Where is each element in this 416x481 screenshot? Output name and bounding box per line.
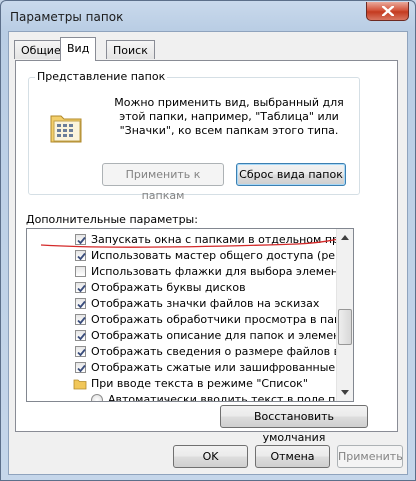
list-item[interactable]: Отображать буквы дисков (27, 280, 339, 296)
folder-icon (73, 378, 87, 392)
close-icon (382, 6, 394, 16)
checkbox[interactable] (75, 330, 86, 341)
checkbox[interactable] (75, 314, 86, 325)
check-mark-icon (77, 300, 86, 309)
scroll-down-button[interactable] (337, 384, 353, 401)
list-item[interactable]: Отображать сжатые или зашифрованные файл… (27, 360, 339, 376)
title-bar[interactable]: Параметры папок (1, 1, 415, 31)
list-item-label: Отображать сжатые или зашифрованные файл… (91, 361, 339, 374)
list-item[interactable]: Использовать флажки для выбора элементов (27, 264, 339, 280)
cancel-button[interactable]: Отмена (255, 445, 330, 468)
check-mark-icon (77, 348, 86, 357)
checkbox[interactable] (75, 362, 86, 373)
folder-view-group-title: Представление папок (35, 70, 168, 83)
list-item-label: Использовать флажки для выбора элементов (91, 265, 339, 278)
advanced-settings-list[interactable]: Запускать окна с папками в отдельном про… (26, 228, 354, 402)
check-mark-icon (77, 332, 86, 341)
checkbox[interactable] (75, 266, 86, 277)
reset-folders-button[interactable]: Сброс вида папок (236, 163, 346, 186)
list-item[interactable]: Отображать значки файлов на эскизах (27, 296, 339, 312)
checkbox[interactable] (75, 234, 86, 245)
checkbox[interactable] (75, 250, 86, 261)
folder-options-window: Параметры папок Общие Вид Поиск Представ… (0, 0, 416, 481)
checkbox[interactable] (75, 298, 86, 309)
scroll-up-button[interactable] (337, 229, 353, 246)
list-item-label: Запускать окна с папками в отдельном про… (91, 233, 339, 246)
list-item[interactable]: Использовать мастер общего доступа (реко… (27, 248, 339, 264)
tab-view[interactable]: Вид (60, 37, 97, 61)
list-item[interactable]: При вводе текста в режиме "Список" (27, 376, 339, 392)
list-item[interactable]: Отображать сведения о размере файлов в п… (27, 344, 339, 360)
chevron-down-icon (341, 390, 349, 395)
list-item-label: Использовать мастер общего доступа (реко… (91, 249, 339, 262)
scroll-thumb[interactable] (338, 309, 352, 345)
folder-view-icon (50, 115, 82, 143)
apply-to-folders-button[interactable]: Применить к папкам (102, 163, 224, 202)
list-item-label: Отображать сведения о размере файлов в п… (91, 345, 339, 358)
list-scrollbar[interactable] (336, 229, 353, 401)
radio-button[interactable] (91, 394, 103, 401)
tab-search[interactable]: Поиск (106, 40, 155, 59)
check-mark-icon (77, 252, 86, 261)
list-item[interactable]: Запускать окна с папками в отдельном про… (27, 232, 339, 248)
view-tab-panel: Представление папок Можно применить вид,… (15, 60, 398, 444)
list-item-label: Отображать обработчики просмотра в панел… (91, 313, 339, 326)
list-item-label: При вводе текста в режиме "Список" (91, 377, 308, 390)
list-item-label: Отображать описание для папок и элементо… (91, 329, 339, 342)
check-mark-icon (77, 284, 86, 293)
checkbox[interactable] (75, 282, 86, 293)
advanced-settings-label: Дополнительные параметры: (26, 213, 198, 226)
list-item[interactable]: Автоматически вводить текст в поле поиск… (27, 392, 339, 402)
list-item-label: Отображать значки файлов на эскизах (91, 297, 320, 310)
apply-button[interactable]: Применить (337, 445, 403, 468)
list-item-label: Автоматически вводить текст в поле поиск… (108, 393, 339, 402)
chevron-up-icon (341, 235, 349, 240)
check-mark-icon (77, 316, 86, 325)
list-item[interactable]: Отображать обработчики просмотра в панел… (27, 312, 339, 328)
list-item[interactable]: Отображать описание для папок и элементо… (27, 328, 339, 344)
checkbox[interactable] (75, 346, 86, 357)
close-button[interactable] (366, 2, 409, 21)
ok-button[interactable]: OK (173, 445, 248, 468)
check-mark-icon (77, 236, 86, 245)
list-item-label: Отображать буквы дисков (91, 281, 246, 294)
window-title: Параметры папок (10, 10, 124, 24)
check-mark-icon (77, 364, 86, 373)
folder-view-description: Можно применить вид, выбранный для этой … (114, 96, 344, 137)
restore-defaults-button[interactable]: Восстановить умолчания (220, 405, 368, 444)
folder-view-group: Представление папок Можно применить вид,… (28, 70, 360, 202)
dialog-client-area: Общие Вид Поиск Представление папок Можн… (8, 31, 408, 475)
